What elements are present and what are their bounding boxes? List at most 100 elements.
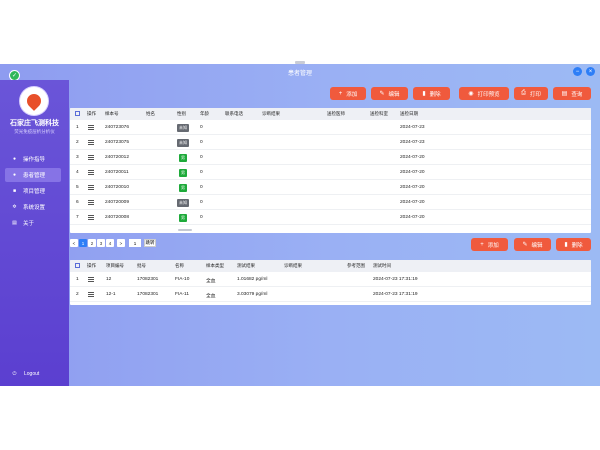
row-index: 2 bbox=[76, 292, 79, 297]
table-row[interactable]: 5 240720010 男 0 2024-07-20 bbox=[70, 180, 591, 195]
brand-logo-icon bbox=[20, 87, 48, 115]
edit-icon: ✎ bbox=[522, 242, 528, 248]
result-edit-button[interactable]: ✎ 编辑 bbox=[514, 238, 551, 251]
title-bar: ✓ 患者管理 − × bbox=[0, 64, 600, 81]
close-icon[interactable]: × bbox=[586, 67, 595, 76]
sidebar-item-patients[interactable]: ● 患者管理 bbox=[5, 168, 61, 182]
menu-icon[interactable] bbox=[88, 155, 94, 160]
date-cell: 2024-07-20 bbox=[400, 170, 425, 175]
page-button[interactable]: 2 bbox=[88, 239, 96, 247]
table-row[interactable]: 2 12-1 17082301 FIA-11 全血 3.03079 pg/ml … bbox=[70, 287, 591, 302]
row-index: 1 bbox=[76, 277, 79, 282]
page-jump-button[interactable]: 跳转 bbox=[144, 239, 156, 247]
table-row[interactable]: 1 240723076 未知 0 2024-07-23 bbox=[70, 120, 591, 135]
page-button[interactable]: 3 bbox=[97, 239, 105, 247]
row-index: 4 bbox=[76, 170, 79, 175]
sidebar-item-guide[interactable]: ● 操作指导 bbox=[5, 152, 61, 166]
menu-icon[interactable] bbox=[88, 292, 94, 297]
menu-icon[interactable] bbox=[88, 200, 94, 205]
table-row[interactable]: 7 240720008 男 0 2024-07-20 bbox=[70, 210, 591, 225]
date-cell: 2024-07-23 bbox=[400, 140, 425, 145]
code-cell: 12 bbox=[106, 277, 112, 282]
age-cell: 0 bbox=[200, 155, 203, 160]
query-button[interactable]: ▤ 查询 bbox=[553, 87, 591, 100]
col-header: 诊断结果 bbox=[262, 111, 280, 116]
edit-button[interactable]: ✎ 编辑 bbox=[371, 87, 408, 100]
type-cell: 全血 bbox=[206, 294, 216, 299]
print-label: 打印 bbox=[529, 91, 541, 98]
query-label: 查询 bbox=[571, 91, 583, 98]
horizontal-scrollbar[interactable] bbox=[178, 229, 192, 231]
sample-cell: 240723076 bbox=[105, 125, 130, 130]
col-header: 批号 bbox=[137, 263, 146, 268]
table-row[interactable]: 3 240720012 男 0 2024-07-20 bbox=[70, 150, 591, 165]
row-index: 7 bbox=[76, 215, 79, 220]
add-button[interactable]: + 添加 bbox=[330, 87, 366, 100]
page-jump-input[interactable]: 1 bbox=[129, 239, 141, 247]
sample-cell: 240720012 bbox=[105, 155, 130, 160]
print-preview-label: 打印预览 bbox=[477, 91, 500, 98]
sidebar-item-projects[interactable]: ■ 项目管理 bbox=[5, 184, 61, 198]
plus-icon: + bbox=[338, 90, 343, 97]
print-button[interactable]: ⎙ 打印 bbox=[514, 87, 548, 100]
delete-button[interactable]: ▮ 删除 bbox=[413, 87, 450, 100]
gear-icon: ✲ bbox=[12, 204, 17, 210]
table-row[interactable]: 2 240723075 未知 0 2024-07-23 bbox=[70, 135, 591, 150]
age-cell: 0 bbox=[200, 215, 203, 220]
sidebar-item-about[interactable]: ▤ 关于 bbox=[5, 216, 61, 230]
batch-cell: 17082301 bbox=[137, 277, 159, 282]
logout-icon: ⏻ bbox=[12, 371, 17, 377]
time-cell: 2024-07-23 17:31:19 bbox=[373, 277, 418, 282]
col-header: 名称 bbox=[175, 263, 184, 268]
sample-cell: 240720009 bbox=[105, 200, 130, 205]
col-header: 性别 bbox=[177, 111, 186, 116]
prev-page-button[interactable]: < bbox=[70, 239, 78, 247]
date-cell: 2024-07-20 bbox=[400, 215, 425, 220]
trash-icon: ▮ bbox=[564, 242, 568, 248]
next-page-button[interactable]: > bbox=[117, 239, 125, 247]
type-cell: 全血 bbox=[206, 279, 216, 284]
col-header: 操作 bbox=[87, 263, 96, 268]
minimize-icon[interactable]: − bbox=[573, 67, 582, 76]
col-header: 送检医师 bbox=[327, 111, 345, 116]
menu-icon[interactable] bbox=[88, 125, 94, 130]
time-cell: 2024-07-23 17:31:19 bbox=[373, 292, 418, 297]
date-cell: 2024-07-23 bbox=[400, 125, 425, 130]
menu-icon[interactable] bbox=[88, 277, 94, 282]
menu-icon[interactable] bbox=[88, 215, 94, 220]
page-button[interactable]: 1 bbox=[79, 239, 87, 247]
table-row[interactable]: 4 240720011 男 0 2024-07-20 bbox=[70, 165, 591, 180]
col-header: 测试结果 bbox=[237, 263, 255, 268]
table-row[interactable]: 1 12 17082301 FIA-10 全血 1.01682 pg/ml 20… bbox=[70, 272, 591, 287]
col-header: 送检科室 bbox=[370, 111, 388, 116]
gender-tag: 男 bbox=[179, 183, 187, 192]
row-index: 1 bbox=[76, 125, 79, 130]
gender-tag: 男 bbox=[179, 213, 187, 222]
people-icon: ● bbox=[12, 172, 17, 178]
app-window: ✓ 患者管理 − × 石家庄飞测科技 荧光免疫层析分析仪 ● 操作指导 ● 患者… bbox=[0, 64, 600, 386]
result-add-button[interactable]: + 添加 bbox=[471, 238, 508, 251]
result-delete-button[interactable]: ▮ 删除 bbox=[556, 238, 591, 251]
page-button[interactable]: 4 bbox=[106, 239, 114, 247]
delete-label: 删除 bbox=[429, 91, 441, 98]
menu-icon[interactable] bbox=[88, 185, 94, 190]
print-preview-button[interactable]: ◉ 打印预览 bbox=[459, 87, 509, 100]
menu-icon[interactable] bbox=[88, 140, 94, 145]
sidebar-item-label: 项目管理 bbox=[23, 189, 46, 195]
gender-tag: 未知 bbox=[177, 198, 189, 207]
printer-icon: ⎙ bbox=[521, 90, 526, 96]
sidebar-item-settings[interactable]: ✲ 系统设置 bbox=[5, 200, 61, 214]
menu-icon[interactable] bbox=[88, 170, 94, 175]
logout-button[interactable]: ⏻ Logout bbox=[11, 371, 40, 377]
col-header: 联系电话 bbox=[225, 111, 243, 116]
window-title: 患者管理 bbox=[287, 71, 312, 77]
user-icon: ● bbox=[12, 156, 17, 162]
table-row[interactable]: 6 240720009 未知 0 2024-07-20 bbox=[70, 195, 591, 210]
sidebar-nav: ● 操作指导 ● 患者管理 ■ 项目管理 ✲ 系统设置 ▤ 关于 bbox=[5, 152, 61, 232]
result-cell: 1.01682 pg/ml bbox=[237, 277, 268, 282]
table-header: 操作 样本号 姓名 性别 年龄 联系电话 诊断结果 送检医师 送检科室 送检日期 bbox=[70, 108, 591, 120]
patients-table: 操作 样本号 姓名 性别 年龄 联系电话 诊断结果 送检医师 送检科室 送检日期… bbox=[70, 108, 591, 233]
trash-icon: ▮ bbox=[422, 91, 426, 97]
eye-icon: ◉ bbox=[468, 91, 474, 97]
date-cell: 2024-07-20 bbox=[400, 200, 425, 205]
